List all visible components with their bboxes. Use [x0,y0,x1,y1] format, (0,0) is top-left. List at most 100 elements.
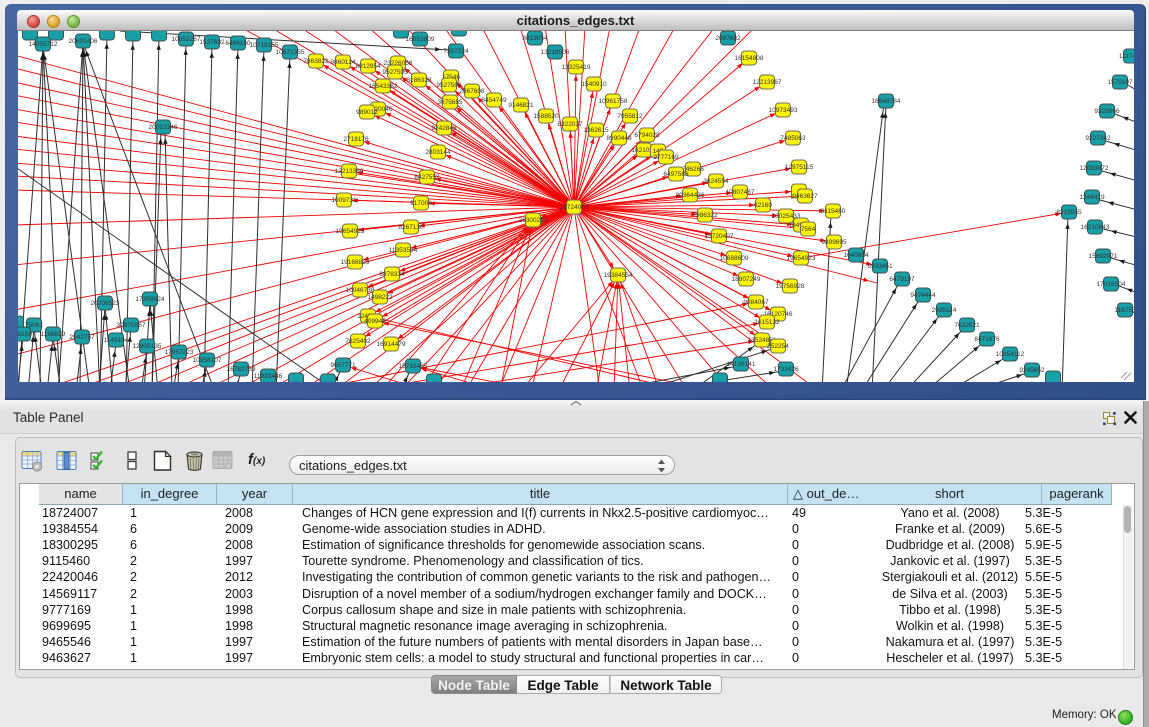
svg-text:18807249: 18807249 [732,276,761,283]
svg-text:9245652: 9245652 [1019,367,1045,374]
svg-text:9899695: 9899695 [821,239,847,246]
svg-text:8933451: 8933451 [867,263,893,270]
svg-text:16053809: 16053809 [406,36,435,43]
svg-text:7986322: 7986322 [692,212,718,219]
svg-text:16210643: 16210643 [1081,224,1110,231]
svg-text:116753: 116753 [1114,307,1134,314]
svg-text:10961758: 10961758 [599,98,628,105]
svg-text:1244419: 1244419 [1079,194,1105,201]
svg-text:62160: 62160 [754,202,772,209]
svg-text:8471676: 8471676 [974,336,1000,343]
svg-text:2942757: 2942757 [69,334,95,341]
svg-text:20206523: 20206523 [91,300,120,307]
svg-text:8990448: 8990448 [606,135,632,142]
svg-text:7625402: 7625402 [345,338,371,345]
svg-text:8215955: 8215955 [1056,209,1082,216]
svg-text:2803144: 2803144 [425,149,451,156]
svg-text:1117482: 1117482 [1119,53,1134,60]
svg-text:18724007: 18724007 [560,204,589,211]
svg-text:3624554: 3624554 [703,178,729,185]
svg-text:15692971: 15692971 [1089,253,1118,260]
svg-text:16154808: 16154808 [735,55,764,62]
svg-text:9860124: 9860124 [330,59,356,66]
svg-text:1145194: 1145194 [104,337,129,344]
svg-text:9474444: 9474444 [910,292,936,299]
svg-text:9463627: 9463627 [792,193,818,200]
svg-text:17016504: 17016504 [1097,281,1126,288]
svg-text:9657771: 9657771 [330,362,356,369]
svg-text:10719155: 10719155 [250,42,279,49]
svg-text:10958107: 10958107 [193,357,222,364]
svg-text:17957223: 17957223 [165,349,194,356]
svg-text:7955812: 7955812 [617,113,643,120]
svg-text:9527508: 9527508 [436,82,462,89]
svg-text:19654923: 19654923 [787,255,816,262]
svg-text:14055712: 14055712 [29,41,58,48]
svg-text:9227342: 9227342 [1085,135,1111,142]
svg-text:17359924: 17359924 [136,296,165,303]
svg-text:9084067: 9084067 [743,299,769,306]
svg-text:9527505: 9527505 [382,69,408,76]
svg-text:7357224: 7357224 [443,48,469,55]
svg-text:16543362: 16543362 [369,83,398,90]
svg-text:8912954: 8912954 [355,63,381,70]
svg-text:16914479: 16914479 [377,341,406,348]
svg-text:1733426: 1733426 [773,366,799,373]
svg-text:6466160: 6466160 [225,40,251,47]
svg-text:7485063: 7485063 [780,135,806,142]
svg-text:6479197: 6479197 [889,276,915,283]
svg-text:1498222: 1498222 [367,294,393,301]
svg-text:7663822: 7663822 [303,58,329,65]
svg-text:20053346: 20053346 [149,124,178,131]
svg-text:12213369: 12213369 [335,168,364,175]
svg-text:14136141: 14136141 [727,361,756,368]
svg-text:11353594: 11353594 [389,247,418,254]
svg-text:12213967: 12213967 [753,79,782,86]
svg-text:8427552: 8427552 [414,174,440,181]
svg-text:12975115: 12975115 [785,164,814,171]
svg-text:10973493: 10973493 [769,107,798,114]
svg-text:13325419: 13325419 [562,64,591,71]
svg-text:9146821: 9146821 [508,102,534,109]
svg-text:409948: 409948 [364,318,386,325]
svg-text:1615132: 1615132 [754,319,780,326]
svg-text:15716485: 15716485 [399,363,428,370]
svg-text:19654925: 19654925 [336,228,365,235]
svg-text:8186328: 8186328 [406,77,432,84]
svg-text:1009731: 1009731 [331,197,357,204]
svg-text:19384554: 19384554 [604,272,633,279]
svg-text:16782759: 16782759 [227,366,256,373]
svg-text:2718176: 2718176 [343,136,369,143]
svg-text:39159: 39159 [18,331,32,338]
svg-text:13218506: 13218506 [541,49,570,56]
svg-text:9329966: 9329966 [1094,108,1120,115]
svg-text:10046738: 10046738 [346,287,375,294]
svg-text:6497568: 6497568 [663,171,689,178]
svg-text:917008: 917008 [410,200,432,207]
svg-text:1540910: 1540910 [581,81,607,88]
svg-text:19166829: 19166829 [341,259,370,266]
svg-text:8878334: 8878334 [379,271,405,278]
svg-text:8267130: 8267130 [398,224,424,231]
svg-text:12905135: 12905135 [133,343,162,350]
svg-text:8813054: 8813054 [522,35,548,42]
svg-text:20364436: 20364436 [676,192,705,199]
svg-text:11923446: 11923446 [254,373,283,380]
svg-text:10807487: 10807487 [726,189,755,196]
svg-text:1575107: 1575107 [1107,79,1133,86]
svg-text:989012: 989012 [356,109,378,116]
svg-text:2935114: 2935114 [932,307,957,314]
svg-text:8322037: 8322037 [557,121,583,128]
svg-text:30975867: 30975867 [117,322,146,329]
svg-text:12093872: 12093872 [1080,165,1109,172]
svg-text:252254: 252254 [767,343,789,350]
svg-text:10688609: 10688609 [720,255,749,262]
svg-text:7564: 7564 [801,226,816,233]
svg-text:10653267: 10653267 [172,36,201,43]
svg-text:19756928: 19756928 [776,283,805,290]
svg-text:1640954: 1640954 [843,252,869,259]
svg-text:9242848: 9242848 [431,125,457,132]
svg-text:2087682: 2087682 [715,35,741,42]
svg-text:16648784: 16648784 [872,98,901,105]
svg-text:7632621: 7632621 [954,322,980,329]
